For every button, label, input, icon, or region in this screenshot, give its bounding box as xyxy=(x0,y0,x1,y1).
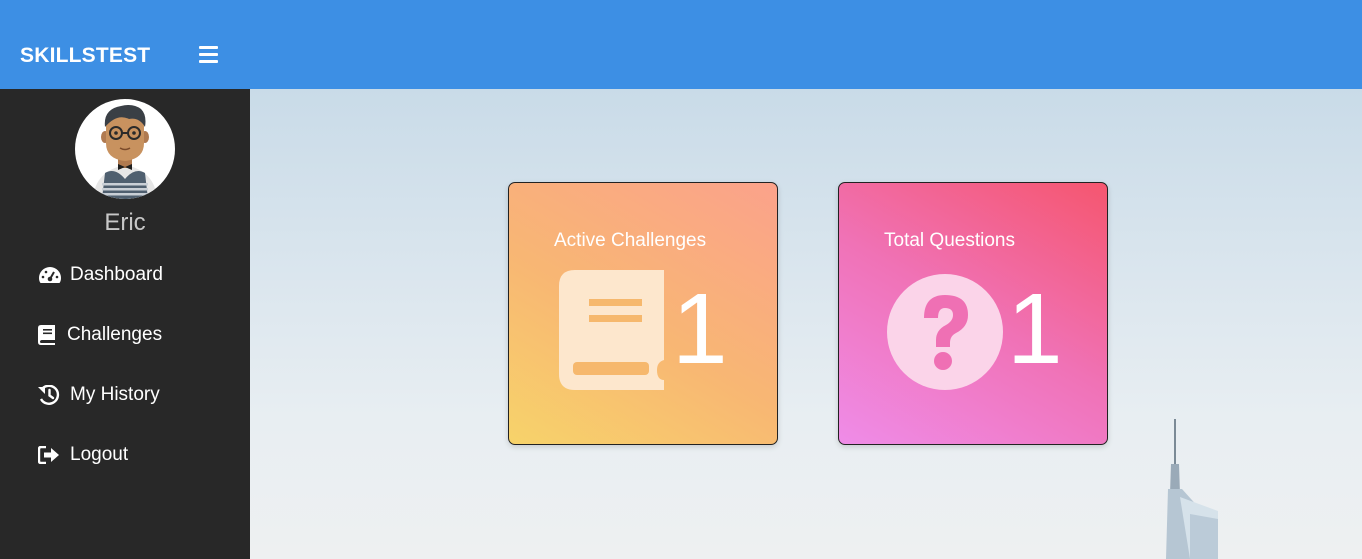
sidebar-item-logout[interactable]: Logout xyxy=(38,440,128,470)
sidebar-item-label: Challenges xyxy=(67,324,163,345)
background-tower xyxy=(1166,419,1218,559)
top-navbar: SKILLSTEST xyxy=(0,0,1362,89)
sidebar-item-label: Logout xyxy=(70,444,129,465)
total-questions-card[interactable]: Total Questions 1 xyxy=(838,182,1108,445)
tachometer-icon xyxy=(38,265,62,285)
sidebar-item-my-history[interactable]: My History xyxy=(38,380,160,410)
book-icon xyxy=(559,270,665,397)
question-circle-icon xyxy=(886,273,1004,396)
sidebar-item-dashboard[interactable]: Dashboard xyxy=(38,260,163,290)
avatar xyxy=(75,99,175,199)
username: Eric xyxy=(104,209,146,236)
sidebar: Eric Dashboard Challenges My History Log… xyxy=(0,89,250,559)
sidebar-item-label: Dashboard xyxy=(70,264,163,285)
sidebar-item-label: My History xyxy=(70,384,160,405)
sign-out-icon xyxy=(38,445,62,465)
hamburger-icon[interactable] xyxy=(199,46,218,63)
brand-logo[interactable]: SKILLSTEST xyxy=(20,44,150,68)
card-label: Active Challenges xyxy=(554,230,707,251)
sidebar-item-challenges[interactable]: Challenges xyxy=(38,320,162,350)
dashboard-main: Active Challenges 1 Total Questions 1 xyxy=(250,89,1362,559)
card-value: 1 xyxy=(1007,273,1063,385)
card-value: 1 xyxy=(672,273,728,385)
history-icon xyxy=(38,385,62,405)
book-icon xyxy=(38,325,58,345)
card-label: Total Questions xyxy=(884,230,1015,251)
active-challenges-card[interactable]: Active Challenges 1 xyxy=(508,182,778,445)
